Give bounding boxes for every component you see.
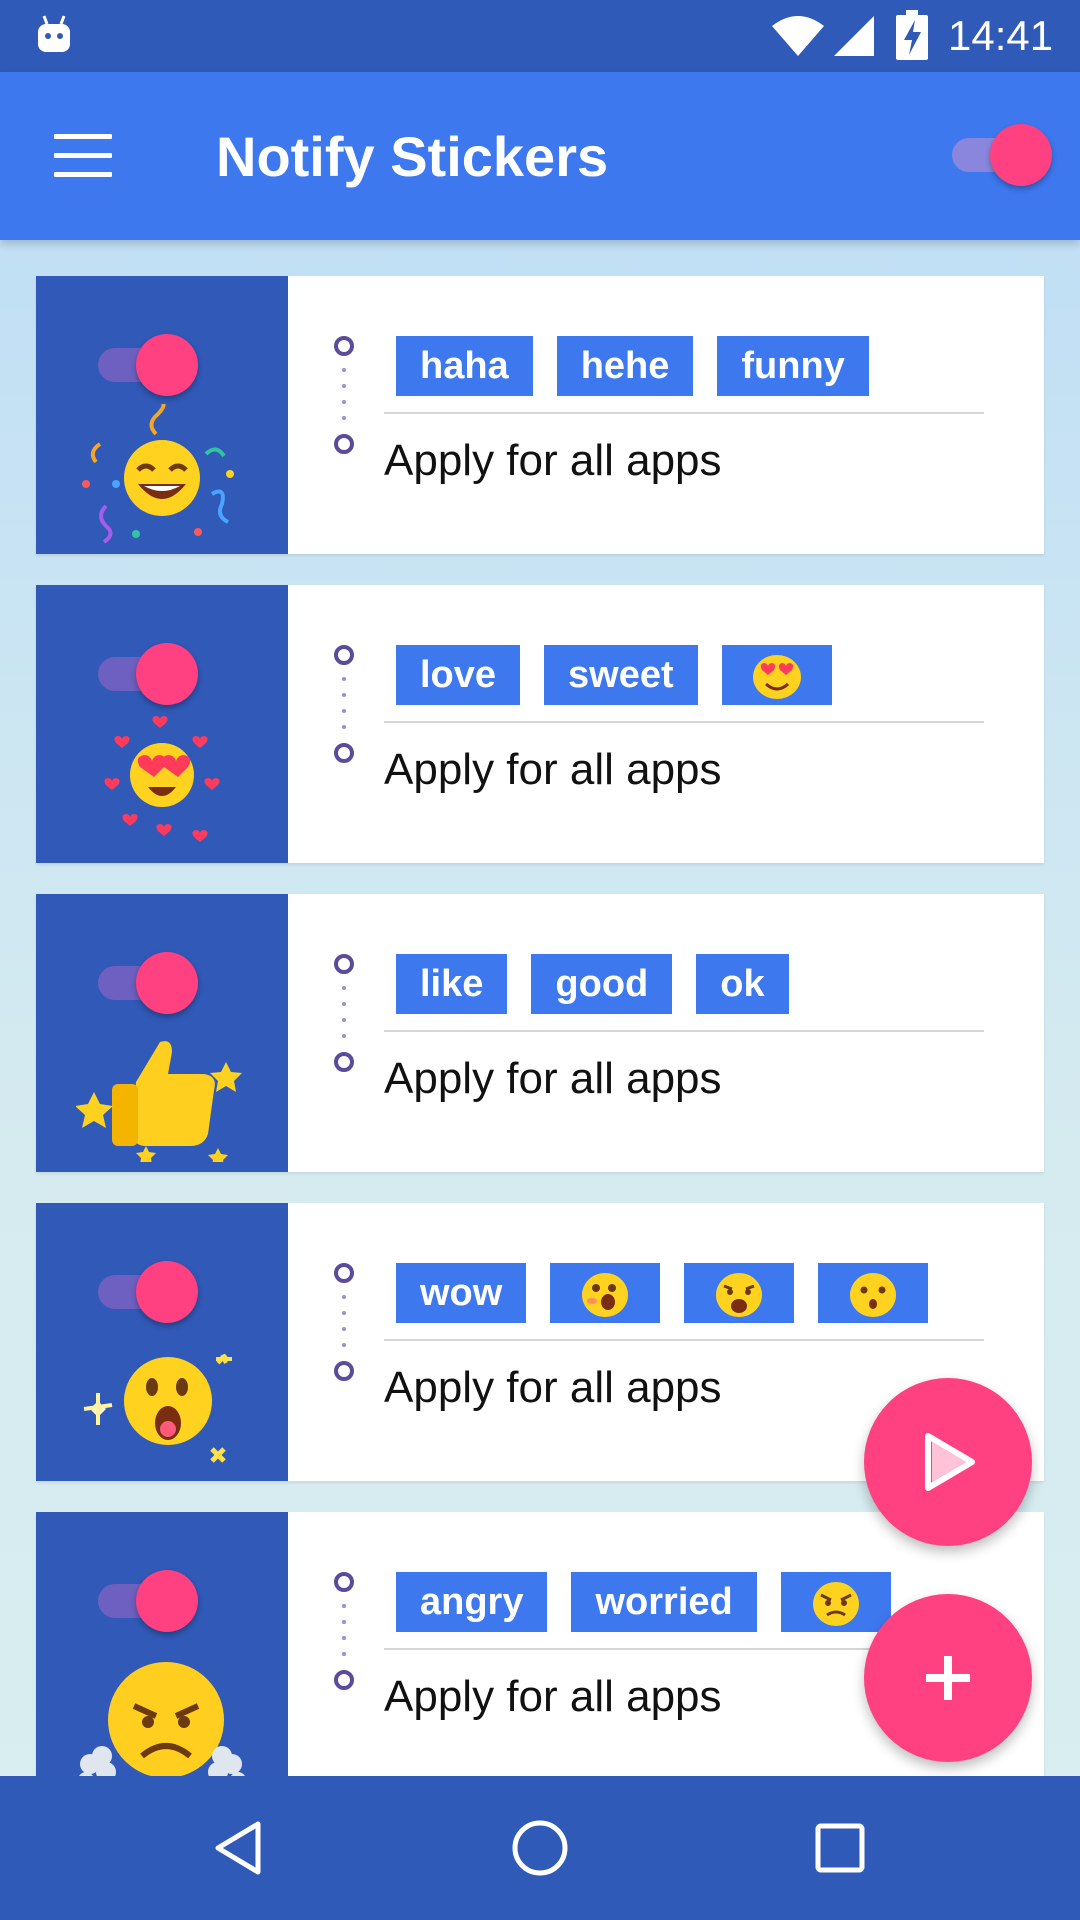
heart-eyes-emoji-icon — [104, 716, 220, 842]
laughing-party-emoji-icon — [82, 404, 234, 544]
angry-face-emoji-icon — [812, 1582, 859, 1626]
play-preview-button[interactable] — [864, 1378, 1032, 1546]
angry-steam-emoji-icon — [79, 1662, 245, 1776]
sticker-thumbnail — [36, 894, 288, 1172]
wifi-icon — [772, 16, 824, 56]
sticker-toggle-switch[interactable] — [98, 1261, 198, 1323]
back-icon[interactable] — [208, 1816, 272, 1880]
sticker-thumbnail — [36, 1203, 288, 1481]
sticker-card[interactable]: like good ok Apply for all apps — [36, 894, 1044, 1172]
shocked-emoji-icon — [716, 1273, 763, 1317]
home-icon[interactable] — [508, 1816, 572, 1880]
status-clock: 14:41 — [948, 12, 1054, 59]
divider — [384, 412, 984, 414]
divider — [384, 1339, 984, 1341]
keyword-tag[interactable]: like — [396, 954, 508, 1014]
cell-signal-icon — [834, 16, 874, 56]
sticker-thumbnail — [36, 585, 288, 863]
hamburger-menu-icon[interactable] — [54, 134, 112, 178]
sticker-thumbnail — [36, 276, 288, 554]
sticker-toggle-switch[interactable] — [98, 643, 198, 705]
shocked-face-emoji-icon — [83, 1353, 232, 1463]
sticker-toggle-switch[interactable] — [98, 334, 198, 396]
hushed-emoji-icon — [850, 1273, 897, 1317]
sticker-card[interactable]: love sweet Apply for all apps — [36, 585, 1044, 863]
sticker-toggle-switch[interactable] — [98, 1570, 198, 1632]
keyword-tag[interactable]: wow — [396, 1263, 527, 1323]
heart-eyes-emoji-icon — [752, 655, 801, 699]
timeline-connector-icon — [334, 1263, 354, 1381]
system-navigation-bar — [0, 1776, 1080, 1920]
app-title: Notify Stickers — [216, 125, 609, 188]
keyword-tag[interactable]: good — [531, 954, 673, 1014]
timeline-connector-icon — [334, 645, 354, 763]
keyword-tag[interactable]: hehe — [556, 336, 694, 396]
add-sticker-button[interactable] — [864, 1594, 1032, 1762]
hushed-emoji-tag[interactable] — [818, 1263, 929, 1323]
timeline-connector-icon — [334, 336, 354, 454]
android-notification-icon — [38, 15, 70, 52]
sticker-thumbnail — [36, 1512, 288, 1776]
divider — [384, 721, 984, 723]
surprised-emoji-tag[interactable] — [550, 1263, 661, 1323]
timeline-connector-icon — [334, 1572, 354, 1690]
apply-scope-label[interactable]: Apply for all apps — [384, 745, 722, 795]
keyword-tag[interactable]: ok — [696, 954, 789, 1014]
heart-eyes-emoji-tag[interactable] — [721, 645, 832, 705]
apply-scope-label[interactable]: Apply for all apps — [384, 1054, 722, 1104]
master-toggle-switch[interactable] — [952, 124, 1052, 186]
keyword-tag[interactable]: worried — [571, 1572, 757, 1632]
keyword-tag[interactable]: funny — [717, 336, 869, 396]
keyword-tag[interactable]: angry — [396, 1572, 548, 1632]
recent-apps-icon[interactable] — [808, 1816, 872, 1880]
app-bar: Notify Stickers — [0, 72, 1080, 240]
thumbs-up-emoji-icon — [76, 1041, 242, 1162]
plus-icon — [926, 1656, 970, 1700]
timeline-connector-icon — [334, 954, 354, 1072]
keyword-tags: haha hehe funny — [396, 336, 893, 396]
keyword-tag[interactable]: sweet — [544, 645, 698, 705]
battery-charging-icon — [896, 10, 928, 60]
surprised-emoji-icon — [582, 1273, 629, 1317]
keyword-tags: wow — [396, 1263, 952, 1323]
keyword-tags: angry worried — [396, 1572, 915, 1632]
apply-scope-label[interactable]: Apply for all apps — [384, 436, 722, 486]
apply-scope-label[interactable]: Apply for all apps — [384, 1363, 722, 1413]
keyword-tag[interactable]: love — [396, 645, 521, 705]
sticker-toggle-switch[interactable] — [98, 952, 198, 1014]
divider — [384, 1030, 984, 1032]
status-bar: 14:41 — [0, 0, 1080, 72]
keyword-tags: like good ok — [396, 954, 813, 1014]
sticker-card[interactable]: haha hehe funny Apply for all apps — [36, 276, 1044, 554]
keyword-tag[interactable]: haha — [396, 336, 533, 396]
play-icon — [925, 1433, 975, 1491]
apply-scope-label[interactable]: Apply for all apps — [384, 1672, 722, 1722]
keyword-tags: love sweet — [396, 645, 856, 705]
shocked-emoji-tag[interactable] — [684, 1263, 795, 1323]
